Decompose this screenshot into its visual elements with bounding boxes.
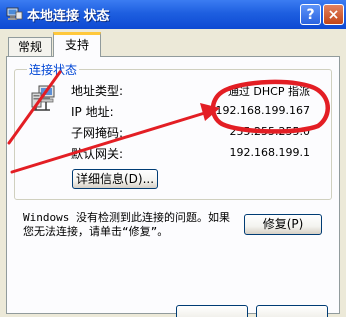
title-bar[interactable]: 本地连接 状态 ? × bbox=[0, 0, 346, 29]
window-title: 本地连接 状态 bbox=[27, 9, 110, 24]
subnet-mask-value: 255.255.255.0 bbox=[229, 125, 310, 138]
tab-support[interactable]: 支持 bbox=[53, 32, 101, 57]
repair-info-line-2: 您无法连接，请单击“修复”。 bbox=[23, 225, 169, 238]
close-button[interactable]: × bbox=[323, 4, 344, 25]
default-gateway-value: 192.168.199.1 bbox=[229, 146, 310, 159]
ip-address-label: IP 地址: bbox=[71, 105, 114, 119]
repair-info-text: Windows 没有检测到此连接的问题。如果 您无法连接，请单击“修复”。 bbox=[23, 211, 233, 239]
repair-info-line-1: Windows 没有检测到此连接的问题。如果 bbox=[23, 211, 230, 224]
cancel-button[interactable] bbox=[256, 305, 328, 317]
address-type-label: 地址类型: bbox=[71, 84, 124, 98]
subnet-mask-label: 子网掩码: bbox=[71, 126, 124, 140]
network-connection-icon bbox=[6, 7, 23, 20]
details-button[interactable]: 详细信息(D)... bbox=[72, 169, 158, 189]
repair-button[interactable]: 修复(P) bbox=[244, 214, 322, 235]
connection-status-label: 连接状态 bbox=[27, 61, 80, 78]
ok-button[interactable] bbox=[176, 305, 248, 317]
address-type-value: 通过 DHCP 指派 bbox=[227, 85, 310, 98]
ip-address-value: 192.168.199.167 bbox=[215, 104, 310, 117]
help-icon: ? bbox=[306, 6, 315, 23]
tab-general[interactable]: 常规 bbox=[8, 37, 52, 56]
network-computer-icon bbox=[31, 85, 55, 111]
default-gateway-label: 默认网关: bbox=[71, 147, 124, 161]
status-dialog: 本地连接 状态 ? × 常规 支持 连接状态 地址类型: 通过 DHCP 指派 … bbox=[0, 0, 346, 317]
help-button[interactable]: ? bbox=[300, 4, 321, 25]
close-icon: × bbox=[327, 6, 340, 23]
